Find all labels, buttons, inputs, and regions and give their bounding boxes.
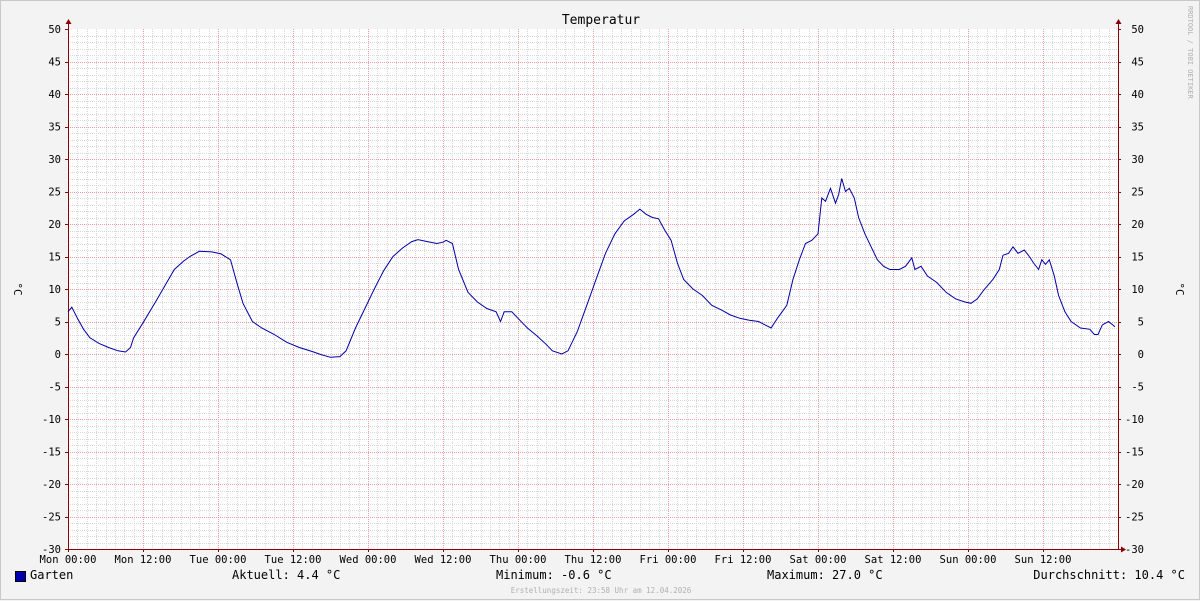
x-tick-label: Fri 12:00	[715, 554, 772, 566]
chart-frame: Mon 00:00 Mon 12:00 Tue 00:00 Tue 12:00 Wed …	[0, 0, 1200, 600]
legend-durchschnitt: Durchschnitt: 10.4 °C	[1033, 568, 1185, 582]
y-axis-arrow-left	[65, 19, 72, 24]
y-tick-label-left: -25	[42, 512, 61, 524]
y-tick-label-right: -30	[1125, 544, 1144, 556]
y-tick-label-right: 0	[1138, 349, 1144, 361]
temperature-chart: Mon 00:00 Mon 12:00 Tue 00:00 Tue 12:00 Wed …	[11, 6, 1194, 566]
legend-minimum: Minimum: -0.6 °C	[496, 568, 612, 582]
y-tick-label-right: -20	[1125, 479, 1144, 491]
y-tick-label-right: 20	[1131, 219, 1144, 231]
chart-title: Temperatur	[562, 13, 640, 28]
y-tick-label-left: 15	[48, 252, 61, 264]
x-tick-label: Fri 00:00	[640, 554, 697, 566]
y-axis-arrow-right	[1115, 19, 1122, 24]
y-tick-label-left: 45	[48, 57, 61, 69]
x-tick-label: Mon 12:00	[115, 554, 172, 566]
y-tick-label-left: 30	[48, 154, 61, 166]
y-tick-label-right: -10	[1125, 414, 1144, 426]
y-tick-label-right: 50	[1131, 24, 1144, 36]
y-tick-label-left: -5	[48, 382, 61, 394]
y-tick-label-right: -15	[1125, 447, 1144, 459]
y-tick-label-left: -20	[42, 479, 61, 491]
legend-series-name: Garten	[30, 568, 74, 582]
legend-swatch-garten	[15, 571, 26, 582]
legend-maximum: Maximum: 27.0 °C	[767, 568, 883, 582]
y-tick-label-right: 35	[1131, 122, 1144, 134]
legend: Garten Aktuell: 4.4 °C Minimum: -0.6 °C …	[1, 568, 1200, 584]
y-tick-label-right: -25	[1125, 512, 1144, 524]
y-tick-label-right: 25	[1131, 187, 1144, 199]
y-tick-label-left: 35	[48, 122, 61, 134]
watermark: RRDTOOL / TOBI OETIKER	[1186, 6, 1194, 100]
x-tick-label: Tue 00:00	[190, 554, 247, 566]
y-tick-label-left: 40	[48, 89, 61, 101]
x-tick-label: Thu 12:00	[565, 554, 622, 566]
y-tick-label-left: -30	[42, 544, 61, 556]
x-tick-label: Sun 00:00	[940, 554, 997, 566]
x-tick-label: Sat 00:00	[790, 554, 847, 566]
x-tick-label: Sun 12:00	[1015, 554, 1072, 566]
y-tick-label-left: 10	[48, 284, 61, 296]
x-tick-label: Tue 12:00	[265, 554, 322, 566]
y-tick-label-left: 25	[48, 187, 61, 199]
y-tick-label-left: 20	[48, 219, 61, 231]
y-tick-label-right: -5	[1131, 382, 1144, 394]
y-tick-label-left: 50	[48, 24, 61, 36]
y-axis-label-left: °C	[11, 282, 24, 295]
x-tick-label: Wed 12:00	[415, 554, 472, 566]
y-tick-label-left: 0	[55, 349, 61, 361]
y-tick-label-right: 40	[1131, 89, 1144, 101]
y-tick-label-right: 10	[1131, 284, 1144, 296]
x-tick-label: Sat 12:00	[865, 554, 922, 566]
y-tick-label-right: 30	[1131, 154, 1144, 166]
y-tick-label-left: -15	[42, 447, 61, 459]
legend-aktuell: Aktuell: 4.4 °C	[232, 568, 341, 582]
y-tick-label-left: -10	[42, 414, 61, 426]
x-tick-label: Thu 00:00	[490, 554, 547, 566]
y-tick-label-left: 5	[55, 317, 61, 329]
y-tick-label-right: 15	[1131, 252, 1144, 264]
y-tick-label-right: 45	[1131, 57, 1144, 69]
x-tick-label: Wed 00:00	[340, 554, 397, 566]
y-tick-label-right: 5	[1138, 317, 1144, 329]
y-axis-label-right: °C	[1173, 282, 1186, 295]
creation-time-footer: Erstellungszeit: 23:58 Uhr am 12.04.2026	[510, 586, 692, 595]
